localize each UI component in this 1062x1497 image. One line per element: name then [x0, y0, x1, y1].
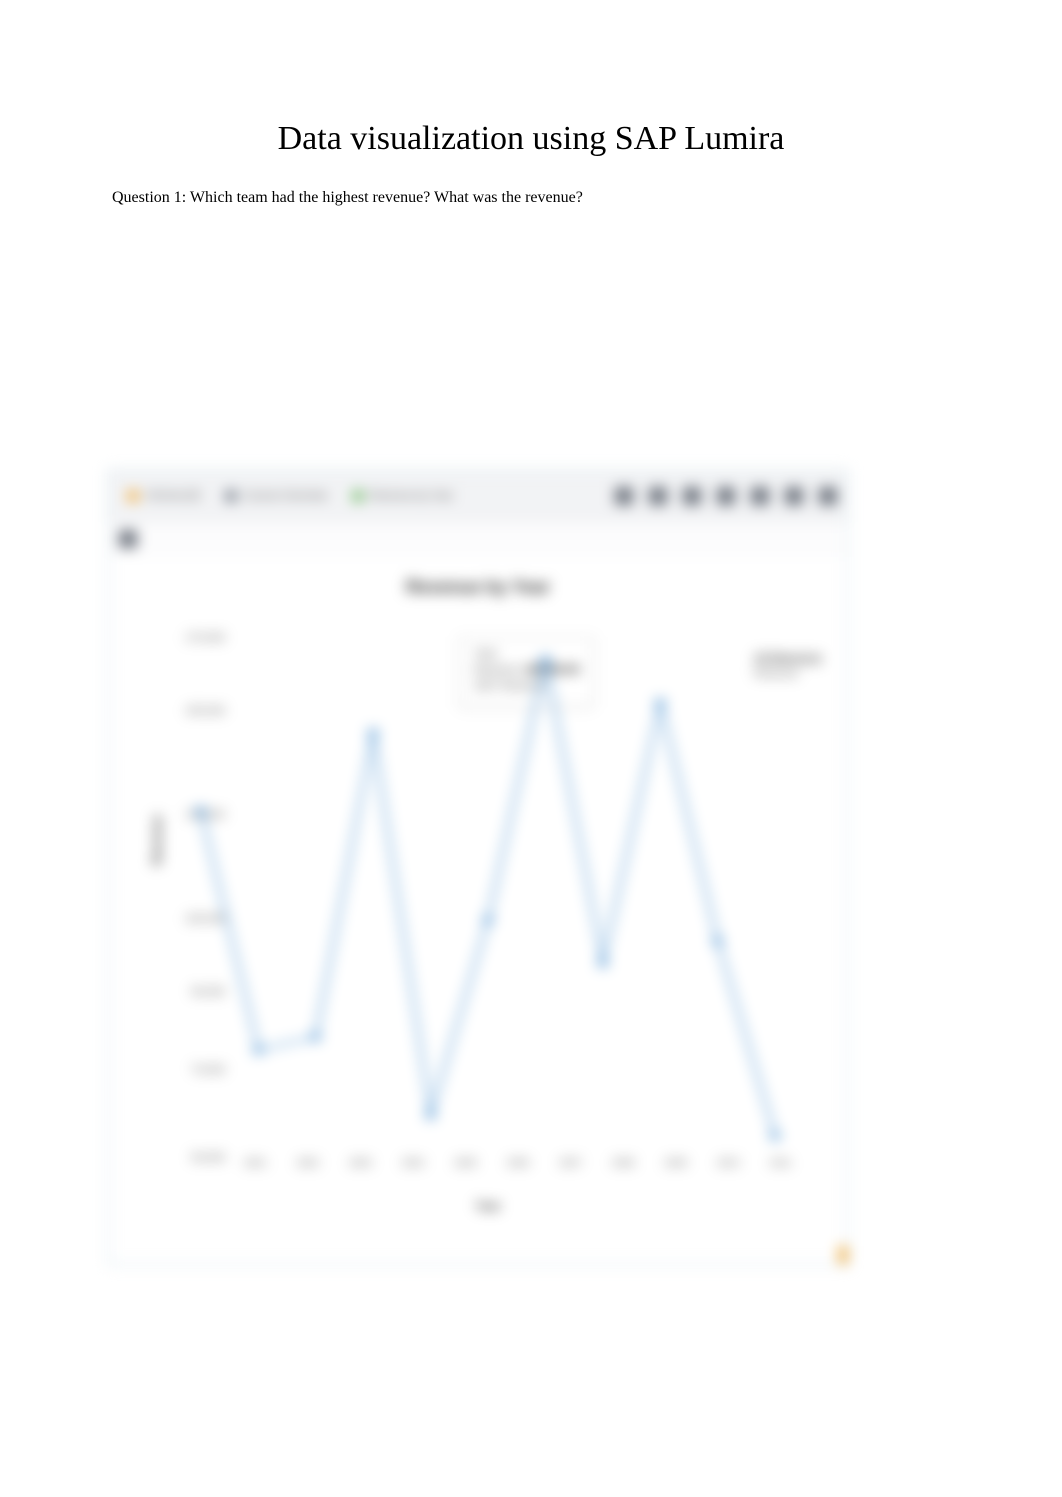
data-point[interactable] [311, 1033, 321, 1041]
data-point[interactable] [425, 1111, 435, 1119]
page-title: Data visualization using SAP Lumira [0, 120, 1062, 158]
data-line [201, 660, 775, 1136]
x-tick: 2002 [282, 1158, 335, 1188]
data-point[interactable] [368, 729, 378, 737]
x-tick: 2011 [754, 1158, 807, 1188]
status-dot-icon [352, 490, 364, 502]
toolbar-section-visualize[interactable]: VISUALIZE [119, 486, 209, 506]
tool-icon[interactable] [819, 487, 837, 505]
x-tick: 2009 [649, 1158, 702, 1188]
toolbar-label: VISUALIZE [145, 490, 201, 502]
tool-icon[interactable] [751, 487, 769, 505]
tool-icon[interactable] [717, 487, 735, 505]
status-dot-icon [127, 490, 139, 502]
x-axis: 2001 2002 2003 2004 2005 2006 2007 2008 … [229, 1158, 807, 1188]
status-dot-icon [225, 490, 237, 502]
data-point[interactable] [713, 937, 723, 945]
x-tick: 2010 [702, 1158, 755, 1188]
x-tick: 2007 [544, 1158, 597, 1188]
x-tick: 2006 [492, 1158, 545, 1188]
tool-icon[interactable] [683, 487, 701, 505]
sub-toolbar [109, 521, 847, 557]
data-point[interactable] [540, 656, 550, 664]
corner-handle[interactable] [839, 1246, 847, 1264]
y-axis-label: Revenue [150, 815, 164, 865]
data-point[interactable] [196, 807, 206, 815]
question-text: Question 1: Which team had the highest r… [112, 186, 950, 210]
x-tick: 2004 [387, 1158, 440, 1188]
x-tick: 2005 [439, 1158, 492, 1188]
toolbar-label: Revenue by Year [370, 490, 454, 502]
data-point[interactable] [483, 916, 493, 924]
x-axis-label: Year [475, 1199, 500, 1213]
chart-title: Revenue by Year [129, 577, 827, 598]
app-window: VISUALIZE Course Overview Revenue by Yea… [108, 470, 848, 1265]
data-point[interactable] [770, 1132, 780, 1140]
tool-icon[interactable] [649, 487, 667, 505]
x-tick: 2003 [334, 1158, 387, 1188]
chart-line-svg [169, 638, 807, 1158]
tool-icon[interactable] [615, 487, 633, 505]
toolbar-label: Course Overview [243, 490, 327, 502]
x-tick: 2008 [597, 1158, 650, 1188]
main-toolbar: VISUALIZE Course Overview Revenue by Yea… [109, 471, 847, 521]
toolbar-section-revenue[interactable]: Revenue by Year [344, 486, 462, 506]
data-point[interactable] [655, 699, 665, 707]
toolbar-section-overview[interactable]: Course Overview [217, 486, 335, 506]
data-point[interactable] [253, 1046, 263, 1054]
toolbar-right-icons [615, 487, 837, 505]
chart-body: Revenue 170,000 155,000 130,000 105,000 … [169, 638, 807, 1158]
chart-area: Revenue by Year Year: Revenue: 165,000.0… [109, 557, 847, 1264]
x-tick: 2001 [229, 1158, 282, 1188]
sub-tool-icon[interactable] [119, 530, 137, 548]
tool-icon[interactable] [785, 487, 803, 505]
data-point[interactable] [598, 959, 608, 967]
